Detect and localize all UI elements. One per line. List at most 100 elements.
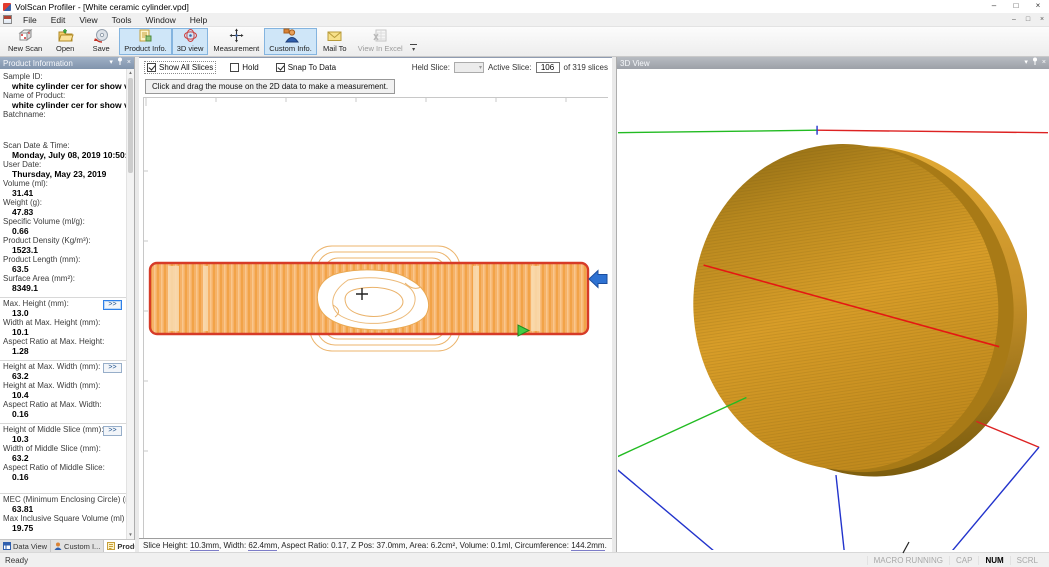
new-scan-button[interactable]: New Scan: [3, 28, 47, 55]
view-in-excel-button[interactable]: View In Excel: [353, 28, 408, 55]
tab-data-view-label: Data View: [13, 542, 47, 551]
menu-view[interactable]: View: [72, 15, 104, 25]
pin-icon[interactable]: [1032, 57, 1038, 69]
left-panel-scrollbar[interactable]: ▲ ▼: [126, 69, 134, 539]
open-label: Open: [56, 44, 74, 53]
slice-statistics-bar: Slice Height: 10.3mm, Width: 62.4mm, Asp…: [139, 538, 612, 552]
status-indicator: CAP: [949, 556, 978, 565]
field-label: Surface Area (mm²):: [0, 274, 126, 284]
measurement-icon: [228, 28, 245, 43]
slice-position-slider[interactable]: [589, 271, 607, 288]
checkbox-box[interactable]: [147, 63, 156, 72]
menu-window[interactable]: Window: [138, 15, 182, 25]
menu-help[interactable]: Help: [183, 15, 214, 25]
3d-canvas[interactable]: [618, 69, 1048, 551]
product-info-group: >> Height at Max. Width (mm): 63.2 Heigh…: [0, 360, 126, 423]
checkbox[interactable]: Show All Slices: [145, 62, 215, 73]
mdi-minimize-button[interactable]: –: [1007, 13, 1021, 26]
slice-stat-text: 62.4mm: [248, 541, 277, 551]
product-field: Specific Volume (ml/g): 0.66: [0, 217, 126, 236]
expand-measurement-button[interactable]: >>: [103, 363, 122, 373]
minimize-button[interactable]: –: [983, 0, 1005, 13]
product-fields: Sample ID: white cylinder cer for show v…: [0, 69, 126, 539]
slice-stat-text: 144.2mm: [571, 541, 604, 551]
active-slice-input[interactable]: [536, 62, 560, 73]
main-toolbar: New Scan Open Save Product Info. 3D view…: [0, 27, 1049, 57]
checkbox[interactable]: Snap To Data: [274, 62, 338, 73]
maximize-button[interactable]: □: [1005, 0, 1027, 13]
menu-file[interactable]: File: [16, 15, 44, 25]
field-label: Product Density (Kg/m³):: [0, 236, 126, 246]
tab-data-view[interactable]: Data View: [0, 540, 51, 552]
toolbar-overflow-button[interactable]: ▾: [408, 28, 420, 55]
field-label: User Date:: [0, 160, 126, 170]
scroll-down-icon[interactable]: ▼: [127, 531, 134, 539]
field-value: 63.5: [0, 265, 126, 275]
product-field: Aspect Ratio of Middle Slice: 0.16: [0, 463, 126, 482]
2d-canvas[interactable]: [143, 97, 608, 539]
product-info-label: Product Info.: [124, 44, 167, 53]
status-indicator: NUM: [978, 556, 1009, 565]
field-label: Batchname:: [0, 110, 126, 120]
slice-checkboxes: Show All Slices Hold Snap To Data: [145, 62, 338, 73]
document-icon[interactable]: [3, 15, 12, 24]
toolbar-overflow-bar: [410, 44, 417, 45]
ceramic-cylinder-disc[interactable]: [672, 120, 1048, 499]
product-field: User Date: Thursday, May 23, 2019: [0, 160, 126, 179]
tab-custom-info[interactable]: Custom I...: [51, 540, 104, 552]
panel-close-icon[interactable]: ×: [1042, 58, 1046, 68]
panel-menu-icon[interactable]: ▾: [1024, 58, 1028, 68]
menu-tools[interactable]: Tools: [105, 15, 139, 25]
held-slice-combo[interactable]: ▾: [454, 62, 484, 73]
close-button[interactable]: ×: [1027, 0, 1049, 13]
checkbox-box[interactable]: [230, 63, 239, 72]
field-label: Height at Max. Width (mm):: [0, 381, 126, 391]
product-field: Surface Area (mm²): 8349.1: [0, 274, 126, 293]
3d-view-title: 3D View: [620, 59, 650, 68]
checkbox[interactable]: Hold: [228, 62, 260, 73]
field-value: 8349.1: [0, 284, 126, 294]
product-info-button[interactable]: Product Info.: [119, 28, 172, 55]
field-value: 19.75: [0, 524, 126, 534]
3d-view-icon: [182, 28, 199, 43]
expand-measurement-button[interactable]: >>: [103, 426, 122, 436]
window-title: VolScan Profiler - [White ceramic cylind…: [15, 2, 189, 12]
panel-close-icon[interactable]: ×: [127, 58, 131, 68]
2d-slice-plot: [143, 97, 608, 539]
field-value: white cylinder cer for show vspa: [0, 82, 126, 92]
status-indicator: MACRO RUNNING: [867, 556, 949, 565]
field-label: Max Inclusive Square Volume (ml) :: [0, 514, 126, 524]
product-info-group: Sample ID: white cylinder cer for show v…: [0, 71, 126, 133]
product-field: Weight (g): 47.83: [0, 198, 126, 217]
mdi-restore-button[interactable]: □: [1021, 13, 1035, 26]
status-bar: Ready MACRO RUNNINGCAPNUMSCRL: [0, 552, 1049, 567]
menu-edit[interactable]: Edit: [44, 15, 73, 25]
pin-icon[interactable]: [117, 57, 123, 69]
group-fields: MEC (Minimum Enclosing Circle) (mm) : 63…: [0, 495, 126, 533]
3d-render: [618, 69, 1048, 550]
expand-measurement-button[interactable]: >>: [103, 300, 122, 310]
measurement-instruction: Click and drag the mouse on the 2D data …: [145, 79, 395, 94]
open-button[interactable]: Open: [47, 28, 83, 55]
3d-view-button[interactable]: 3D view: [172, 28, 209, 55]
scrollbar-thumb[interactable]: [128, 78, 133, 173]
save-button[interactable]: Save: [83, 28, 119, 55]
checkbox-box[interactable]: [276, 63, 285, 72]
panel-menu-icon[interactable]: ▾: [109, 58, 113, 68]
product-field: Max Inclusive Square Volume (ml) : 19.75: [0, 514, 126, 533]
open-folder-icon: [57, 28, 74, 43]
field-label: Volume (ml):: [0, 179, 126, 189]
product-field: Aspect Ratio at Max. Height: 1.28: [0, 337, 126, 356]
field-value: [0, 120, 126, 130]
product-field: Aspect Ratio at Max. Width: 0.16: [0, 400, 126, 419]
custom-info-button[interactable]: Custom Info.: [264, 28, 317, 55]
3d-view-header: 3D View ▾ ×: [617, 57, 1049, 69]
save-label: Save: [93, 44, 110, 53]
measurement-button[interactable]: Measurement: [208, 28, 264, 55]
field-label: Weight (g):: [0, 198, 126, 208]
field-label: Sample ID:: [0, 72, 126, 82]
product-field: MEC (Minimum Enclosing Circle) (mm) : 63…: [0, 495, 126, 514]
mail-to-button[interactable]: Mail To: [317, 28, 353, 55]
scroll-up-icon[interactable]: ▲: [127, 69, 134, 77]
mdi-close-button[interactable]: ×: [1035, 13, 1049, 26]
